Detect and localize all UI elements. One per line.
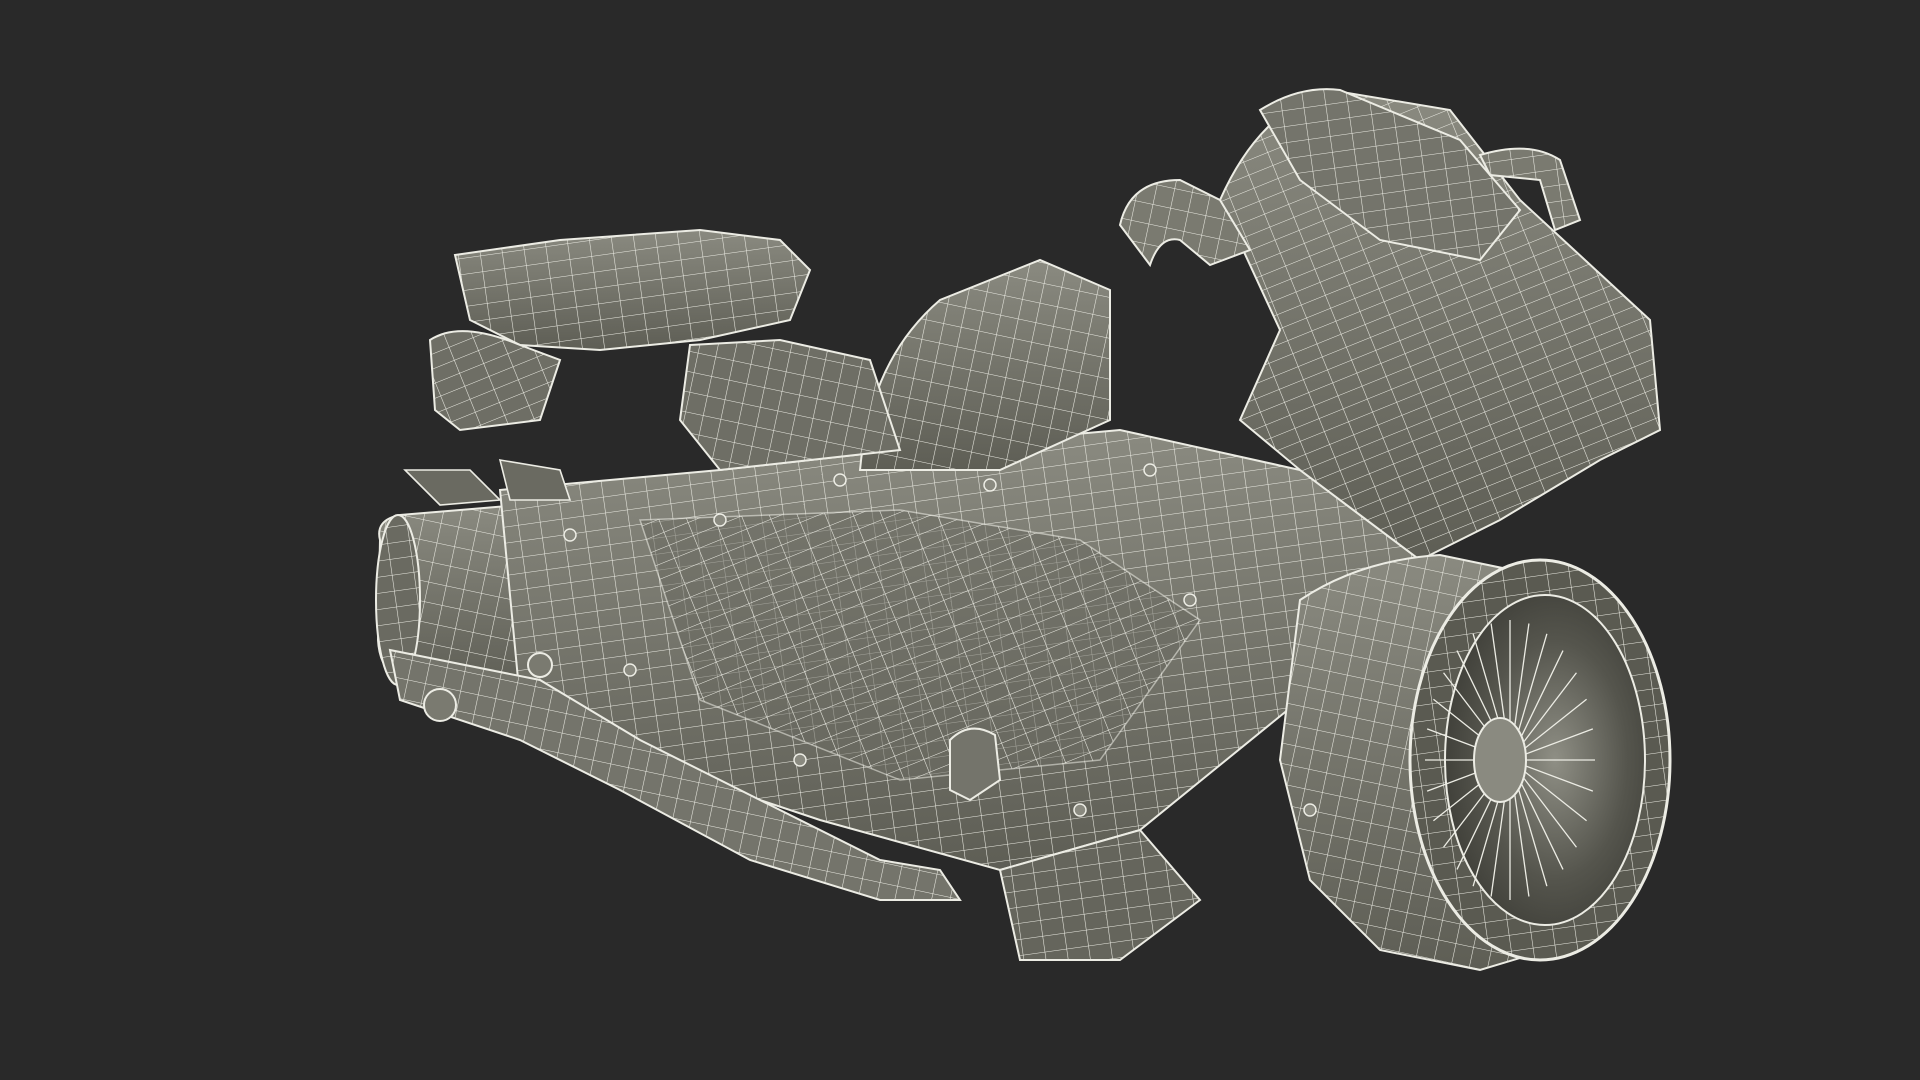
- turbine-hub: [1473, 717, 1527, 803]
- rear-fins: [403, 459, 572, 506]
- bolt: [1073, 803, 1087, 817]
- bolt: [713, 513, 727, 527]
- bolt: [1183, 593, 1197, 607]
- viewport[interactable]: [0, 0, 1920, 1080]
- main-body-fuselage: [498, 428, 1422, 872]
- jet-motorcycle-wireframe-model[interactable]: [0, 0, 1920, 1080]
- seat-base: [678, 338, 902, 472]
- bolt: [623, 663, 637, 677]
- bolt: [793, 753, 807, 767]
- bolt: [1303, 803, 1317, 817]
- bolt: [833, 473, 847, 487]
- bolt: [983, 478, 997, 492]
- bolt: [563, 528, 577, 542]
- bolt: [1143, 463, 1157, 477]
